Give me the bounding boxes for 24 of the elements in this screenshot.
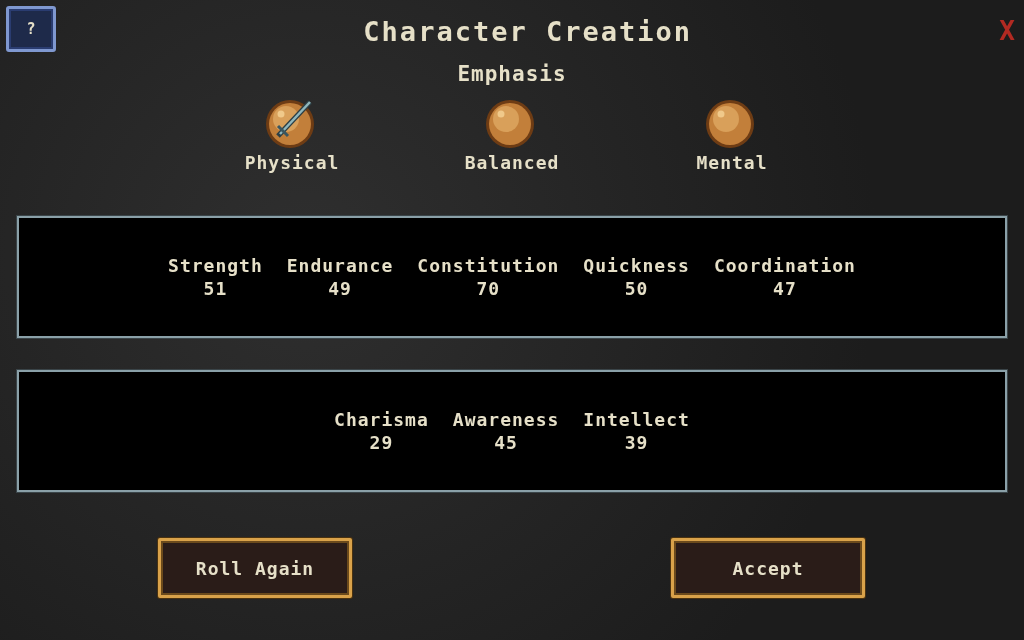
stat-name: Endurance	[286, 254, 394, 277]
emphasis-option[interactable]: Physical	[237, 94, 347, 174]
emphasis-option[interactable]: Balanced	[457, 94, 567, 174]
help-button[interactable]: ?	[6, 6, 56, 52]
stat-value: 45	[494, 431, 518, 454]
stat-name: Intellect	[583, 408, 690, 431]
stat-value: 49	[328, 277, 352, 300]
action-button[interactable]: Accept	[671, 538, 865, 598]
stat-name: Constitution	[417, 254, 560, 277]
stat-value: 39	[624, 431, 649, 454]
stat-value: 51	[203, 277, 228, 300]
stat-name: Strength	[168, 254, 263, 277]
emphasis-heading: Emphasis	[456, 62, 568, 86]
stat-name: Awareness	[452, 408, 560, 431]
stat-value: 47	[773, 277, 797, 300]
window-title: Character Creation	[363, 15, 692, 47]
emphasis-option[interactable]: Mental	[677, 94, 787, 174]
stat-name: Coordination	[713, 254, 856, 277]
action-button[interactable]: Roll Again	[158, 538, 352, 598]
stat-value: 70	[476, 277, 501, 300]
stat-name: Quickness	[583, 254, 690, 277]
stat-value: 50	[624, 277, 649, 300]
stat-value: 29	[369, 431, 394, 454]
stat-name: Charisma	[334, 408, 429, 431]
